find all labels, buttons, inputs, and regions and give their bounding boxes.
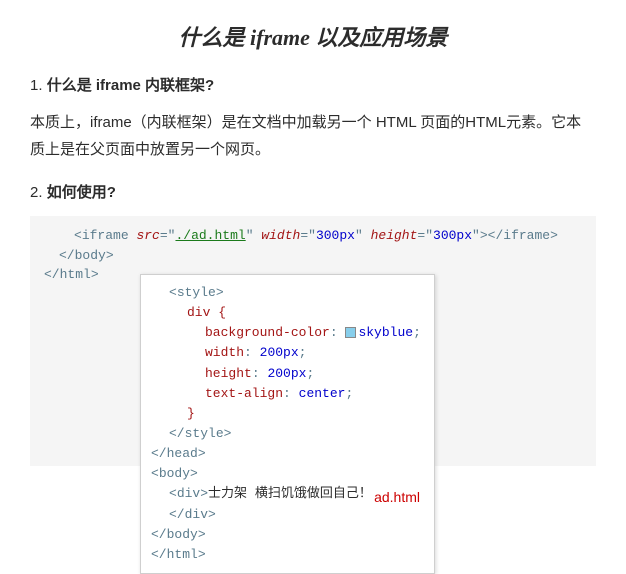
page-title: 什么是 iframe 以及应用场景 <box>30 20 596 52</box>
intro-paragraph: 本质上，iframe（内联框架）是在文档中加载另一个 HTML 页面的HTML元… <box>30 109 596 163</box>
code-line: </body> <box>151 525 424 545</box>
code-line: height: 200px; <box>151 364 424 384</box>
section-num: 1. <box>30 77 47 94</box>
code-line: text-align: center; <box>151 384 424 404</box>
code-line: </style> <box>151 424 424 444</box>
code-line: </body> <box>44 246 582 266</box>
code-line: </html> <box>151 545 424 565</box>
file-label: ad.html <box>374 487 420 509</box>
code-line: } <box>151 404 424 424</box>
code-line: width: 200px; <box>151 343 424 363</box>
code-line: <style> <box>151 283 424 303</box>
section-2-heading: 2. 如何使用? <box>30 181 596 202</box>
section-num: 2. <box>30 184 47 201</box>
section-heading-text: 什么是 iframe 内联框架? <box>47 77 215 94</box>
code-block-inner: <style> div { background-color: skyblue;… <box>140 274 435 574</box>
section-heading-text: 如何使用? <box>47 184 116 201</box>
code-line: background-color: skyblue; <box>151 323 424 343</box>
code-line: </head> <box>151 444 424 464</box>
code-line: <body> <box>151 464 424 484</box>
section-1-heading: 1. 什么是 iframe 内联框架? <box>30 74 596 95</box>
code-line: div { <box>151 303 424 323</box>
color-swatch-icon <box>345 327 356 338</box>
code-block-outer: <iframe src="./ad.html" width="300px" he… <box>30 216 596 466</box>
code-line: <iframe src="./ad.html" width="300px" he… <box>44 226 582 246</box>
